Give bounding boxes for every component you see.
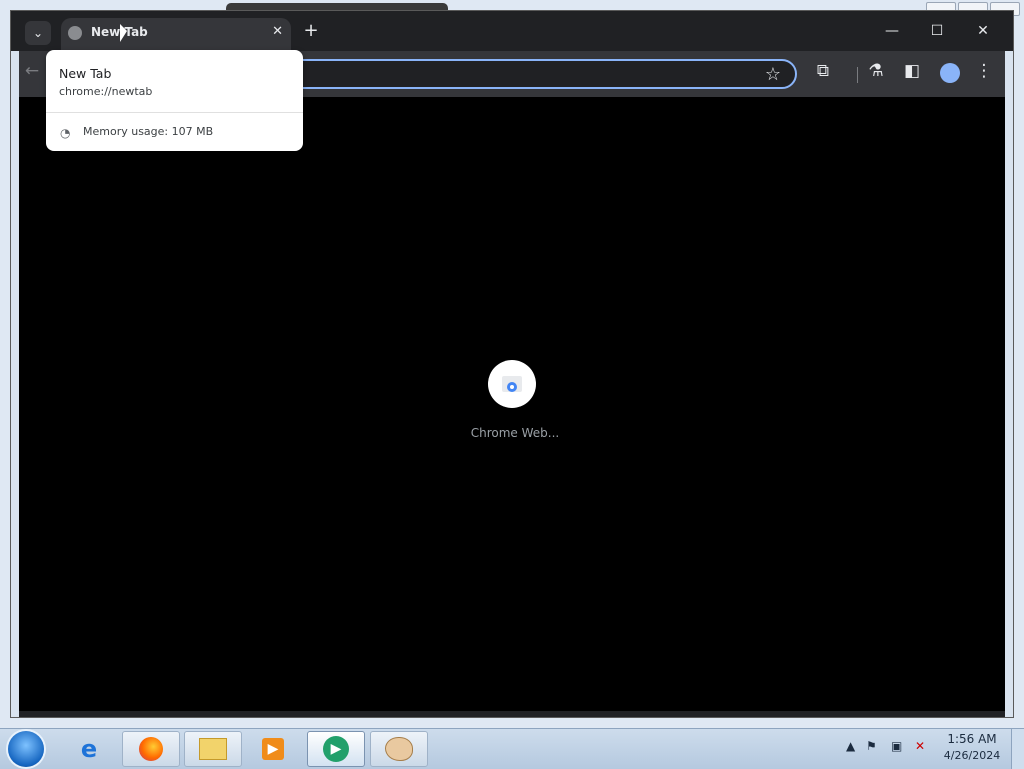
hover-card-title: New Tab bbox=[59, 66, 112, 81]
tab-search-button[interactable]: ⌄ bbox=[25, 21, 51, 45]
minimize-button[interactable]: — bbox=[877, 23, 907, 39]
internet-explorer-icon[interactable]: e bbox=[60, 731, 118, 767]
start-button[interactable] bbox=[8, 731, 44, 767]
close-window-button[interactable]: ✕ bbox=[968, 23, 998, 39]
file-explorer-icon[interactable] bbox=[184, 731, 242, 767]
side-panel-icon[interactable]: ◧ bbox=[901, 61, 923, 81]
web-store-icon[interactable] bbox=[488, 360, 536, 408]
mouse-cursor-icon bbox=[120, 24, 127, 42]
hover-card-url: chrome://newtab bbox=[59, 85, 153, 98]
tab-strip: ⌄ New Tab ✕ + — ☐ ✕ bbox=[11, 11, 1013, 51]
action-center-flag-icon[interactable]: ⚑ bbox=[866, 739, 877, 753]
kebab-menu-icon[interactable]: ⋮ bbox=[973, 61, 995, 81]
star-icon[interactable]: ☆ bbox=[765, 64, 781, 85]
volume-muted-icon[interactable]: ✕ bbox=[915, 739, 925, 753]
network-icon[interactable]: ▣ bbox=[891, 739, 902, 753]
gauge-icon: ◔ bbox=[60, 126, 71, 140]
firefox-icon[interactable] bbox=[122, 731, 180, 767]
new-tab-button[interactable]: + bbox=[301, 22, 321, 40]
maximize-button[interactable]: ☐ bbox=[922, 23, 952, 39]
toolbar-separator bbox=[857, 67, 858, 83]
puzzle-icon[interactable]: ⧉ bbox=[812, 61, 834, 81]
hover-card-memory: Memory usage: 107 MB bbox=[83, 125, 214, 138]
shortcut-label[interactable]: Chrome Web... bbox=[455, 426, 575, 440]
profile-icon[interactable] bbox=[940, 63, 960, 83]
web-store-glyph bbox=[502, 376, 522, 392]
clock-time[interactable]: 1:56 AM bbox=[942, 732, 1002, 746]
media-player-icon[interactable]: ▶ bbox=[244, 731, 302, 767]
chevron-down-icon: ⌄ bbox=[32, 26, 44, 40]
globe-icon bbox=[68, 26, 82, 40]
tab-close-icon[interactable]: ✕ bbox=[272, 24, 283, 39]
back-arrow-icon[interactable]: ← bbox=[21, 61, 43, 81]
window-frame-left bbox=[11, 11, 19, 717]
flask-icon[interactable]: ⚗ bbox=[865, 61, 887, 81]
tray-overflow-icon[interactable]: ▲ bbox=[846, 739, 855, 753]
window-frame-right bbox=[1005, 11, 1013, 717]
clock-date[interactable]: 4/26/2024 bbox=[940, 749, 1004, 762]
show-desktop-button[interactable] bbox=[1011, 729, 1024, 769]
taskbar: e ▶ ▶ ▲ ⚑ ▣ ✕ 1:56 AM 4/26/2024 bbox=[0, 728, 1024, 769]
tab-new-tab[interactable]: New Tab ✕ bbox=[61, 18, 291, 51]
chrome-remote-icon[interactable]: ▶ bbox=[307, 731, 365, 767]
page-content: Chrome Web... bbox=[19, 97, 1005, 711]
paint-icon[interactable] bbox=[370, 731, 428, 767]
hover-card-divider bbox=[46, 112, 303, 113]
tab-hover-card: New Tab chrome://newtab ◔ Memory usage: … bbox=[46, 50, 303, 151]
